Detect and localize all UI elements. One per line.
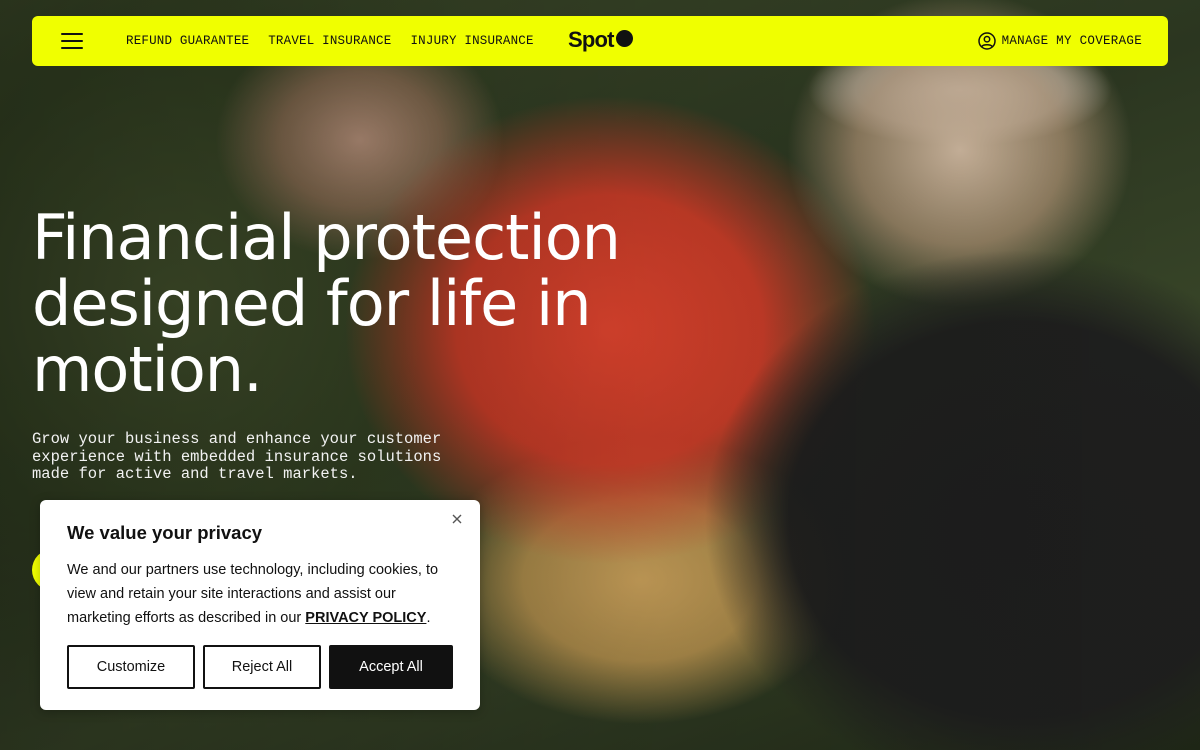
privacy-policy-link[interactable]: PRIVACY POLICY xyxy=(305,610,426,626)
close-icon[interactable] xyxy=(448,510,466,528)
reject-all-button[interactable]: Reject All xyxy=(203,645,321,689)
customize-button[interactable]: Customize xyxy=(67,645,195,689)
nav-link-injury-insurance[interactable]: INJURY INSURANCE xyxy=(410,34,533,48)
cookie-body-end: . xyxy=(426,610,431,626)
accept-all-button[interactable]: Accept All xyxy=(329,645,453,689)
manage-my-coverage-link[interactable]: MANAGE MY COVERAGE xyxy=(977,32,1142,50)
logo-dot-icon xyxy=(615,29,633,47)
hamburger-menu-icon[interactable] xyxy=(61,33,83,49)
user-circle-icon xyxy=(977,32,996,50)
hero-title: Financial protection designed for life i… xyxy=(32,201,621,406)
nav-link-travel-insurance[interactable]: TRAVEL INSURANCE xyxy=(268,34,391,48)
cookie-button-row: Customize Reject All Accept All xyxy=(67,645,453,689)
manage-coverage-label: MANAGE MY COVERAGE xyxy=(1001,34,1142,48)
top-navigation-bar: REFUND GUARANTEE TRAVEL INSURANCE INJURY… xyxy=(32,16,1168,66)
cookie-dialog-body: We and our partners use technology, incl… xyxy=(67,558,453,630)
hero-subtitle: Grow your business and enhance your cust… xyxy=(32,430,442,483)
spot-logo[interactable]: Spot xyxy=(568,27,633,53)
nav-links: REFUND GUARANTEE TRAVEL INSURANCE INJURY… xyxy=(126,34,534,48)
cookie-consent-dialog: We value your privacy We and our partner… xyxy=(40,500,480,710)
cookie-dialog-title: We value your privacy xyxy=(67,522,263,543)
nav-link-refund-guarantee[interactable]: REFUND GUARANTEE xyxy=(126,34,249,48)
logo-text: Spot xyxy=(568,27,614,52)
